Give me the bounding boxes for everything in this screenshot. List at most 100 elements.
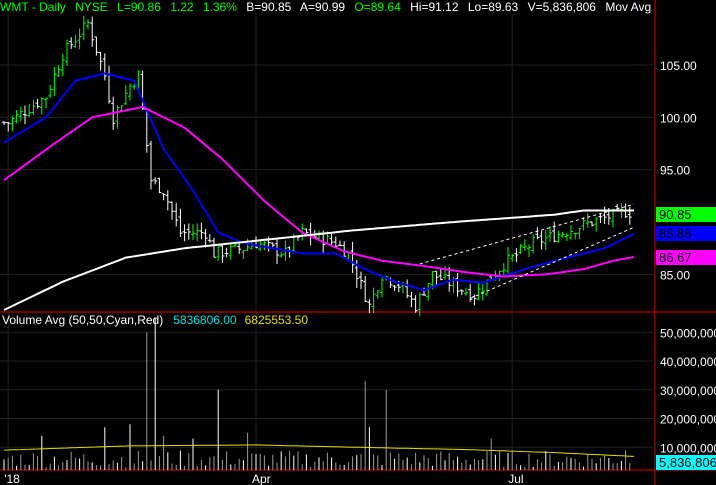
price-bar [527,244,531,258]
price-bar [367,299,372,314]
price-bar [510,254,515,262]
price-bar [531,234,536,254]
price-bar [535,227,540,240]
price-bar [262,240,267,250]
price-bar [157,177,162,194]
price-bar [417,292,422,317]
price-bar [556,230,561,244]
price-bar [170,201,174,220]
price-bar [560,231,565,238]
moving-average-line [3,209,634,311]
price-tick-label: 100.00 [660,111,697,125]
price-bar [590,221,594,227]
price-bar [279,251,284,258]
price-bar [455,272,460,297]
volume-tick-label: 20,000,000 [660,413,716,427]
price-bar [144,108,149,153]
price-bar [392,285,397,292]
price-bar [594,217,599,232]
price-bar [212,237,216,258]
price-bar [81,15,86,41]
last-price-badge: 90.85 [656,207,716,222]
price-bar [237,242,242,254]
price-bar [434,270,439,285]
price-bar [107,65,111,104]
price-bar [275,238,279,265]
price-bar [224,247,229,258]
price-bar [119,105,124,111]
volume-value-1: 5836806.00 [173,313,237,327]
price-bar [220,243,225,263]
price-bar [165,190,170,211]
price-bar [518,243,523,255]
price-bar [371,287,376,314]
price-bar [522,239,527,251]
price-bar [338,240,342,247]
price-bar [480,283,485,301]
price-bar [31,99,36,116]
price-bar [191,224,195,240]
price-bar [86,19,90,30]
price-bar [178,208,183,237]
price-bar [195,223,200,242]
x-tick-label: Jul [508,472,523,485]
price-bar [598,213,603,223]
price-bar [35,98,40,109]
price-bar [548,226,552,242]
moving-average-line [3,72,635,292]
price-bar [426,283,431,301]
price-bar [380,275,384,298]
volume-tick-label: 40,000,000 [660,355,716,369]
volume-tick-label: 10,000,000 [660,441,716,455]
price-bar [241,249,246,260]
price-bar [459,289,464,296]
price-volume-chart[interactable]: '18 Apr Jul 105.00 100.00 95.00 85.00 50,000,00… [0,0,716,485]
price-bar [123,85,128,106]
price-bar [514,248,519,263]
x-tick-label: '18 [4,472,20,485]
price-bar [506,246,510,278]
price-tick-label: 95.00 [660,164,690,178]
price-bar [602,206,607,224]
price-bar [409,291,414,308]
volume-badge: 5,836,806 [656,455,716,470]
price-bar [174,202,179,227]
price-bar [564,232,569,241]
price-bar [543,230,548,251]
price-bar [413,295,418,313]
price-bar [342,241,347,257]
ma-fast-badge: 88.88 [656,226,716,241]
price-bar [585,213,590,228]
price-bar [552,221,557,243]
volume-tick-label: 50,000,000 [660,326,716,340]
price-bar [233,243,237,248]
trend-channel-upper [419,203,635,265]
price-bar [149,140,153,190]
price-bar [69,37,74,49]
price-bar [569,225,573,240]
price-bar [363,275,368,302]
price-bar [65,39,69,66]
price-bar [6,121,11,132]
volume-value-2: 6825553.50 [244,313,309,327]
price-tick-label: 105.00 [660,59,697,73]
price-bar [468,283,473,302]
price-bar [161,193,166,201]
price-bar [329,234,334,246]
price-bar [27,103,32,118]
price-tick-label: 85.00 [660,268,690,282]
price-bar [23,105,27,125]
price-bar [56,65,61,77]
x-tick-label: Apr [252,472,271,485]
price-bar [44,97,48,109]
moving-average-line [3,105,635,278]
price-bar [14,110,19,124]
price-bar [52,67,57,96]
price-bar [77,28,82,50]
price-bar [2,121,6,126]
price-bar [10,115,15,132]
price-bar [573,232,578,240]
price-bar [539,230,544,250]
price-bar [203,228,208,248]
price-bar [98,51,103,71]
